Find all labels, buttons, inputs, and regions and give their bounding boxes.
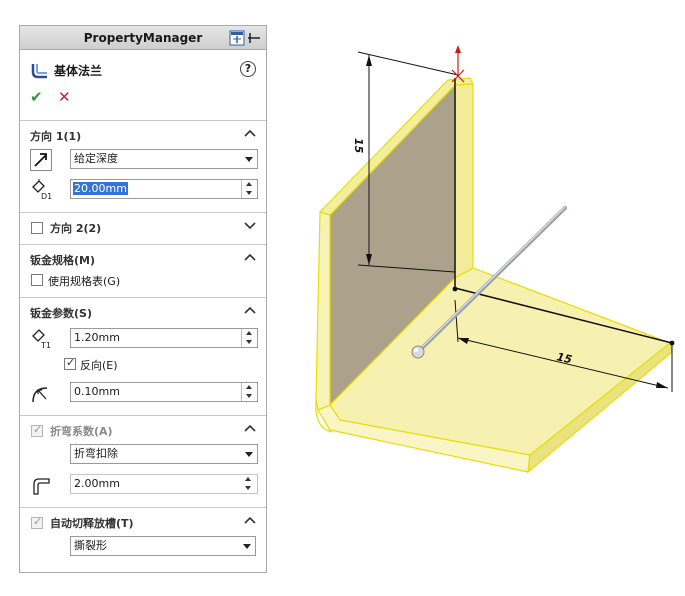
relief-type-row: 撕裂形 <box>30 536 256 558</box>
direction1-title[interactable]: 方向 1(1) <box>30 128 81 144</box>
thickness-value[interactable]: 1.20mm <box>74 331 120 344</box>
relief-type-select[interactable]: 撕裂形 <box>70 536 256 556</box>
help-icon[interactable]: ? <box>240 61 256 77</box>
chevron-up-icon[interactable] <box>244 423 256 433</box>
depth-spinner[interactable] <box>241 180 257 198</box>
svg-text:D1: D1 <box>41 192 52 201</box>
dropdown-arrow-icon <box>243 544 251 549</box>
dropdown-arrow-icon <box>245 157 253 162</box>
reverse-direction-icon[interactable] <box>30 149 52 171</box>
bend-allowance-value-row: 2.00mm <box>30 474 258 496</box>
auto-relief-checkbox[interactable] <box>31 515 43 529</box>
bend-allowance-type-row: 折弯扣除 <box>30 444 258 466</box>
use-gauge-table-checkbox[interactable] <box>31 274 43 286</box>
chevron-up-icon[interactable] <box>244 515 256 525</box>
base-flange-icon <box>31 64 47 79</box>
sheet-params-section: 钣金参数(S) T1 1.20mm 反向(E) 0.10mm <box>20 297 266 415</box>
depth-d1-icon: D1 <box>32 179 52 201</box>
reverse-label: 反向(E) <box>80 359 118 372</box>
thickness-input[interactable]: 1.20mm <box>70 328 258 348</box>
bend-allowance-checkbox[interactable] <box>31 423 43 437</box>
bend-allowance-section: 折弯系数(A) 折弯扣除 2.00mm <box>20 415 266 507</box>
cancel-button[interactable]: ✕ <box>58 88 71 106</box>
chevron-up-icon[interactable] <box>244 252 256 262</box>
auto-relief-section: 自动切释放槽(T) 撕裂形 <box>20 507 266 573</box>
depth-value[interactable]: 20.00mm <box>73 182 128 195</box>
bend-deduction-icon <box>33 478 50 495</box>
feature-title-row: 基体法兰 ? <box>28 60 258 82</box>
bend-allowance-type-select[interactable]: 折弯扣除 <box>70 444 258 464</box>
chevron-up-icon[interactable] <box>244 305 256 315</box>
thickness-t1-icon: T1 <box>32 329 51 350</box>
reverse-checkbox[interactable] <box>64 356 76 370</box>
extrude-handle-knob[interactable] <box>411 345 425 359</box>
flange-wall-right-edge <box>454 83 474 280</box>
end-condition-row: 给定深度 <box>30 149 258 171</box>
direction1-section: 方向 1(1) 给定深度 D1 20.00mm <box>20 120 266 212</box>
property-manager-header: PropertyManager <box>20 26 266 50</box>
direction2-checkbox[interactable] <box>31 222 43 234</box>
feature-title: 基体法兰 <box>54 64 103 78</box>
end-condition-select[interactable]: 给定深度 <box>70 149 258 169</box>
bend-allowance-type-value: 折弯扣除 <box>74 447 118 460</box>
pin-icon[interactable] <box>228 30 262 46</box>
gauge-section: 钣金规格(M) 使用规格表(G) <box>20 244 266 297</box>
graphics-viewport[interactable]: 15 15 <box>290 40 685 596</box>
chevron-up-icon[interactable] <box>244 128 256 138</box>
bend-allowance-value[interactable]: 2.00mm <box>74 477 120 490</box>
direction2-title[interactable]: 方向 2(2) <box>50 220 101 236</box>
bend-radius-value[interactable]: 0.10mm <box>74 385 120 398</box>
bend-allowance-title[interactable]: 折弯系数(A) <box>50 423 113 439</box>
bend-allowance-spinner[interactable] <box>241 475 257 493</box>
ok-cancel-row: ✔ ✕ <box>30 88 90 106</box>
property-manager-title: PropertyManager <box>83 31 203 45</box>
bend-radius-spinner[interactable] <box>241 383 257 401</box>
bend-radius-row: 0.10mm <box>30 382 258 404</box>
use-gauge-table-label: 使用规格表(G) <box>48 275 121 288</box>
ok-button[interactable]: ✔ <box>30 88 43 106</box>
flange-wall-outer <box>315 211 331 411</box>
bend-allowance-input[interactable]: 2.00mm <box>70 474 258 494</box>
direction2-section: 方向 2(2) <box>20 212 266 244</box>
thickness-row: T1 1.20mm <box>30 328 258 350</box>
property-manager-panel: PropertyManager 基体法兰 ? ✔ ✕ 方向 1(1) 给定深度 … <box>19 25 267 573</box>
auto-relief-title[interactable]: 自动切释放槽(T) <box>50 515 134 531</box>
sheet-params-title[interactable]: 钣金参数(S) <box>30 305 92 321</box>
thickness-spinner[interactable] <box>241 329 257 347</box>
relief-type-value: 撕裂形 <box>74 539 107 552</box>
svg-text:T1: T1 <box>40 341 51 350</box>
bend-radius-input[interactable]: 0.10mm <box>70 382 258 402</box>
bend-radius-icon <box>32 387 48 403</box>
vertical-dimension-label[interactable]: 15 <box>352 138 365 154</box>
chevron-down-icon[interactable] <box>244 220 256 230</box>
end-condition-value: 给定深度 <box>74 152 118 165</box>
gauge-title[interactable]: 钣金规格(M) <box>30 252 95 268</box>
dropdown-arrow-icon <box>245 452 253 457</box>
depth-row: D1 20.00mm <box>30 179 258 201</box>
depth-input[interactable]: 20.00mm <box>70 179 258 199</box>
